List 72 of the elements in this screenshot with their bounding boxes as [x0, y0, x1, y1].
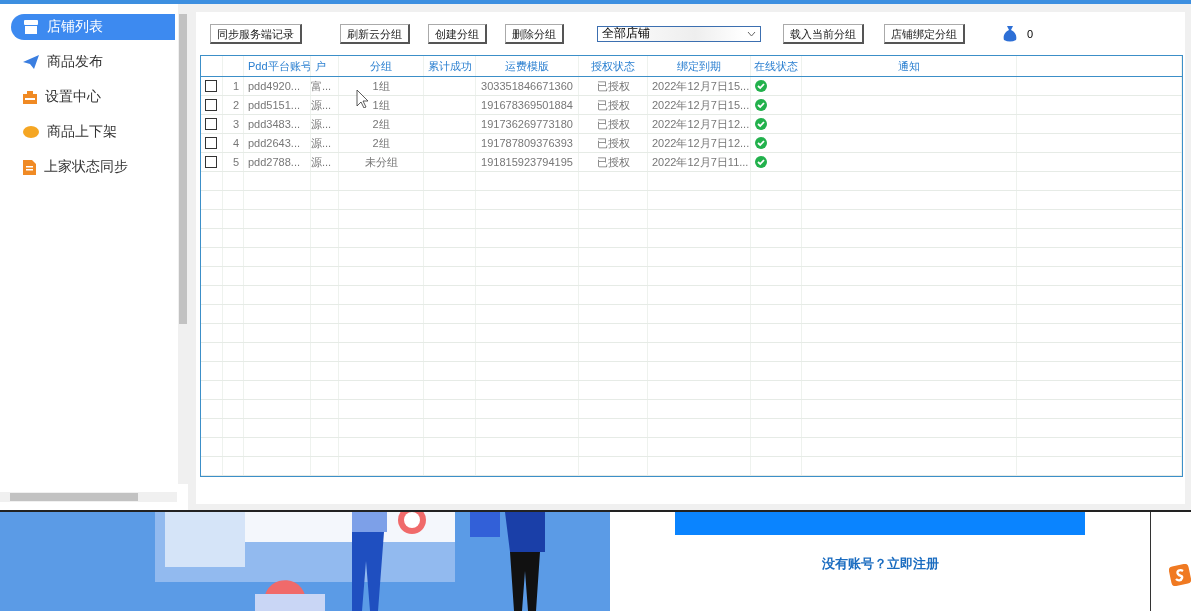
money-bag-icon — [1003, 25, 1017, 42]
store-dropdown[interactable]: 全部店铺 — [597, 25, 761, 42]
column-header[interactable]: 户 — [311, 56, 339, 76]
paper-plane-icon — [23, 55, 39, 69]
table-cell: 源... — [311, 97, 332, 113]
table-cell: 191787809376393 — [481, 137, 573, 149]
chevron-down-icon — [747, 30, 756, 37]
row-number: 5 — [232, 156, 239, 168]
toolbar-button[interactable]: 同步服务端记录 — [210, 23, 302, 44]
table-cell: 已授权 — [596, 135, 630, 151]
table-cell: 303351846671360 — [481, 80, 573, 92]
sidebar-item[interactable]: 上家状态同步 — [11, 154, 175, 180]
column-header[interactable]: 分组 — [339, 56, 424, 76]
sidebar-item[interactable]: 商品上下架 — [11, 119, 175, 145]
table-cell: pdd2788... — [248, 156, 300, 168]
table-cell: 已授权 — [596, 78, 630, 94]
table-cell: 2022年12月7日15... — [652, 97, 750, 113]
row-checkbox[interactable] — [205, 118, 217, 130]
row-number: 3 — [232, 118, 239, 130]
table-cell: 已授权 — [596, 97, 630, 113]
table-cell: 2022年12月7日11... — [652, 154, 749, 170]
table-cell: pdd3483... — [248, 118, 300, 130]
row-number: 4 — [232, 137, 239, 149]
toolbox-icon — [23, 90, 37, 104]
toolbar-button[interactable]: 载入当前分组 — [783, 23, 864, 44]
column-header[interactable]: 通知 — [802, 56, 1017, 76]
table-cell: 已授权 — [596, 154, 630, 170]
store-icon — [23, 20, 39, 34]
table-cell: 2组 — [372, 135, 390, 151]
toolbar-button[interactable]: 店铺绑定分组 — [884, 23, 965, 44]
table-cell: 191815923794195 — [481, 156, 573, 168]
sidebar-item[interactable]: 商品发布 — [11, 49, 175, 75]
column-header[interactable]: 累计成功 — [424, 56, 476, 76]
table-cell: 191736269773180 — [481, 118, 573, 130]
vertical-scrollbar[interactable] — [178, 4, 188, 484]
column-header[interactable]: 在线状态 — [751, 56, 802, 76]
table-cell: 富... — [311, 78, 332, 94]
table-cell: pdd5151... — [248, 99, 300, 111]
horizontal-scrollbar[interactable] — [0, 492, 177, 502]
table-cell: pdd4920... — [248, 80, 300, 92]
row-checkbox[interactable] — [205, 99, 217, 111]
mouse-pointer-icon — [356, 89, 368, 108]
table-cell: 2022年12月7日12... — [652, 135, 750, 151]
sidebar-item[interactable]: 设置中心 — [11, 84, 175, 110]
toolbar-button[interactable]: 删除分组 — [505, 23, 564, 44]
table-cell: 1组 — [372, 97, 390, 113]
row-checkbox[interactable] — [205, 137, 217, 149]
table-cell: 191678369501884 — [481, 99, 573, 111]
column-header[interactable]: 运费模版 — [476, 56, 579, 76]
balance-count: 0 — [1027, 27, 1034, 40]
toolbar-button[interactable]: 创建分组 — [428, 23, 487, 44]
input-method-icon[interactable] — [1169, 564, 1191, 586]
table-cell: 2022年12月7日15... — [652, 78, 750, 94]
document-icon — [23, 159, 36, 175]
table-cell: 源... — [311, 135, 332, 151]
table-cell: pdd2643... — [248, 137, 300, 149]
row-checkbox[interactable] — [205, 80, 217, 92]
column-header[interactable]: 绑定到期 — [648, 56, 751, 76]
register-link[interactable]: 没有账号？立即注册 — [821, 555, 939, 573]
table-cell: 未分组 — [364, 154, 398, 170]
row-number: 1 — [232, 80, 239, 92]
table-cell: 1组 — [372, 78, 390, 94]
table-cell: 源... — [311, 116, 332, 132]
row-checkbox[interactable] — [205, 156, 217, 168]
row-number: 2 — [232, 99, 239, 111]
table-cell: 已授权 — [596, 116, 630, 132]
table-cell: 2022年12月7日12... — [652, 116, 750, 132]
table-cell: 源... — [311, 154, 332, 170]
coins-icon — [23, 126, 39, 138]
column-header[interactable]: 授权状态 — [579, 56, 648, 76]
toolbar-button[interactable]: 刷新云分组 — [340, 23, 410, 44]
table-cell: 2组 — [372, 116, 390, 132]
